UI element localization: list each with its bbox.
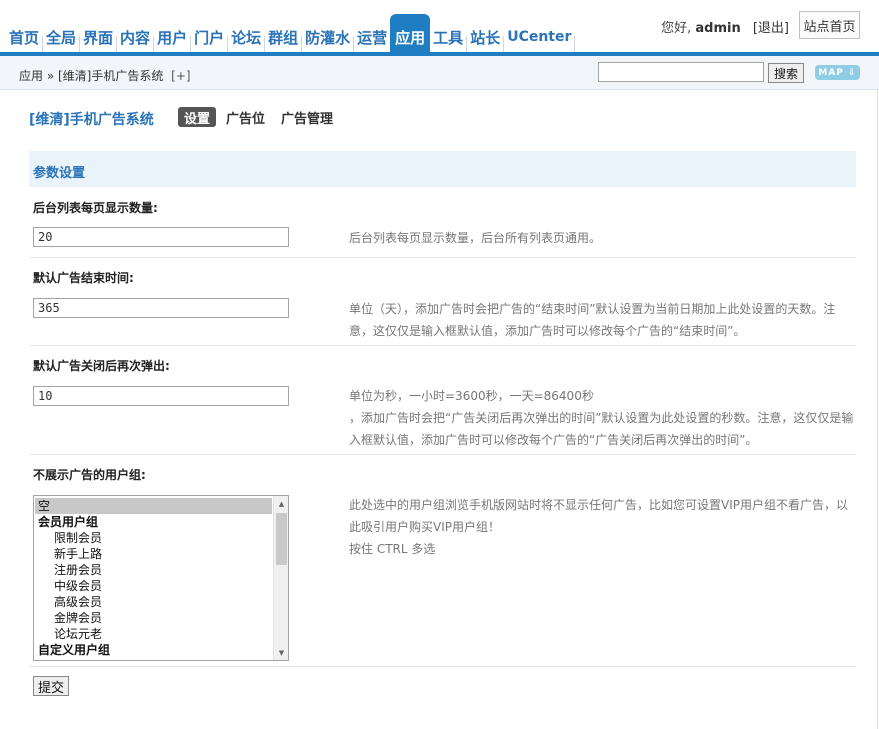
setting-tip-reopen-rest: ，添加广告时会把“广告关闭后再次弹出的时间”默认设置为此处设置的秒数。注意，这仅… bbox=[349, 411, 854, 447]
nav-item-webmaster[interactable]: 站长 bbox=[467, 14, 503, 52]
nav-item-content[interactable]: 内容 bbox=[117, 14, 153, 52]
setting-tip-reopen-line1: 单位为秒，一小时=3600秒，一天=86400秒 bbox=[349, 389, 594, 403]
breadcrumb: 应用 » [维清]手机广告系统 [+] bbox=[19, 67, 191, 84]
scroll-down-icon[interactable]: ▼ bbox=[274, 645, 288, 660]
nav-item-apps[interactable]: 应用 bbox=[390, 14, 431, 52]
nav-item-groups[interactable]: 群组 bbox=[265, 14, 301, 52]
greeting-text: 您好, bbox=[661, 21, 692, 36]
nav-item-operations[interactable]: 运营 bbox=[354, 14, 390, 52]
page-title: [维清]手机广告系统 bbox=[29, 112, 154, 128]
search-input[interactable] bbox=[598, 62, 764, 82]
nav-item-interface[interactable]: 界面 bbox=[80, 14, 116, 52]
nav-item-antispam[interactable]: 防灌水 bbox=[302, 14, 353, 52]
page-size-input[interactable] bbox=[33, 227, 289, 247]
end-time-input[interactable] bbox=[33, 298, 289, 318]
usergroup-options: 空会员用户组 限制会员 新手上路 注册会员 中级会员 高级会员 金牌会员 论坛元老 自定义用户组 bbox=[35, 498, 272, 658]
site-home-button[interactable]: 站点首页 bbox=[799, 11, 860, 39]
setting-tip-usergroups: 此处选中的用户组浏览手机版网站时将不显示任何广告，比如您可设置VIP用户组不看广… bbox=[349, 494, 854, 560]
usergroup-option[interactable]: 中级会员 bbox=[35, 578, 272, 594]
row-divider bbox=[29, 666, 856, 667]
breadcrumb-path: 应用 » [维清]手机广告系统 bbox=[19, 69, 164, 83]
logout-link[interactable]: [退出] bbox=[753, 21, 789, 36]
nav-item-global[interactable]: 全局 bbox=[43, 14, 79, 52]
setting-tip-reopen: 单位为秒，一小时=3600秒，一天=86400秒 ，添加广告时会把“广告关闭后再… bbox=[349, 385, 854, 451]
usergroup-option[interactable]: 空 bbox=[35, 498, 272, 514]
listbox-scrollbar[interactable]: ▲ ▼ bbox=[273, 496, 288, 660]
add-shortcut-link[interactable]: [+] bbox=[171, 69, 190, 83]
usergroup-option[interactable]: 注册会员 bbox=[35, 562, 272, 578]
setting-label-usergroups: 不展示广告的用户组: bbox=[33, 468, 146, 482]
nav-separator bbox=[574, 36, 576, 52]
tab-settings[interactable]: 设置 bbox=[178, 107, 217, 127]
search-button[interactable]: 搜索 bbox=[768, 63, 804, 83]
main-nav: 首页 全局 界面 内容 用户 门户 论坛 群组 防灌水 运营 应用 工具 站长 … bbox=[6, 14, 576, 52]
setting-label-page-size: 后台列表每页显示数量: bbox=[33, 201, 158, 215]
user-greeting: 您好, admin [退出] bbox=[661, 17, 789, 36]
usergroup-tip-ctrl: 按住 CTRL 多选 bbox=[349, 542, 436, 556]
usergroup-optgroup: 会员用户组 bbox=[38, 515, 99, 529]
nav-item-users[interactable]: 用户 bbox=[154, 14, 190, 52]
nav-item-ucenter[interactable]: UCenter bbox=[504, 14, 574, 52]
section-header: 参数设置 bbox=[29, 151, 856, 187]
top-header: 首页 全局 界面 内容 用户 门户 论坛 群组 防灌水 运营 应用 工具 站长 … bbox=[0, 0, 879, 56]
nav-item-home[interactable]: 首页 bbox=[6, 14, 42, 52]
tab-ad-management[interactable]: 广告管理 bbox=[281, 107, 333, 127]
usergroup-optgroup: 自定义用户组 bbox=[38, 643, 111, 657]
reopen-seconds-input[interactable] bbox=[33, 386, 289, 406]
scroll-thumb[interactable] bbox=[276, 513, 287, 565]
usergroup-option[interactable]: 金牌会员 bbox=[35, 610, 272, 626]
scroll-up-icon[interactable]: ▲ bbox=[274, 496, 288, 511]
username: admin bbox=[695, 21, 741, 36]
usergroup-option[interactable]: 高级会员 bbox=[35, 594, 272, 610]
row-divider bbox=[29, 454, 856, 455]
nav-item-tools[interactable]: 工具 bbox=[430, 14, 466, 52]
row-divider bbox=[29, 257, 856, 258]
submit-button[interactable]: 提交 bbox=[33, 676, 69, 696]
nav-item-forum[interactable]: 论坛 bbox=[228, 14, 264, 52]
usergroup-tip-text: 此处选中的用户组浏览手机版网站时将不显示任何广告，比如您可设置VIP用户组不看广… bbox=[349, 498, 848, 534]
setting-label-reopen: 默认广告关闭后再次弹出: bbox=[33, 359, 170, 373]
content-border bbox=[877, 90, 878, 729]
usergroup-multiselect[interactable]: 空会员用户组 限制会员 新手上路 注册会员 中级会员 高级会员 金牌会员 论坛元老 自定义用户组… bbox=[33, 495, 289, 661]
setting-tip-end-time: 单位（天），添加广告时会把广告的“结束时间”默认设置为当前日期加上此处设置的天数… bbox=[349, 302, 836, 338]
setting-tip-page-size: 后台列表每页显示数量，后台所有列表页通用。 bbox=[349, 231, 602, 245]
nav-item-portal[interactable]: 门户 bbox=[191, 14, 227, 52]
map-button[interactable]: MAP ⇩ bbox=[815, 65, 860, 80]
sub-tabs: 设置 广告位 广告管理 bbox=[178, 107, 349, 127]
row-divider bbox=[29, 345, 856, 346]
section-title: 参数设置 bbox=[33, 166, 86, 181]
setting-label-end-time: 默认广告结束时间: bbox=[33, 271, 134, 285]
usergroup-option[interactable]: 新手上路 bbox=[35, 546, 272, 562]
usergroup-option[interactable]: 论坛元老 bbox=[35, 626, 272, 642]
usergroup-option[interactable]: 限制会员 bbox=[35, 530, 272, 546]
tab-ad-positions[interactable]: 广告位 bbox=[226, 107, 265, 127]
